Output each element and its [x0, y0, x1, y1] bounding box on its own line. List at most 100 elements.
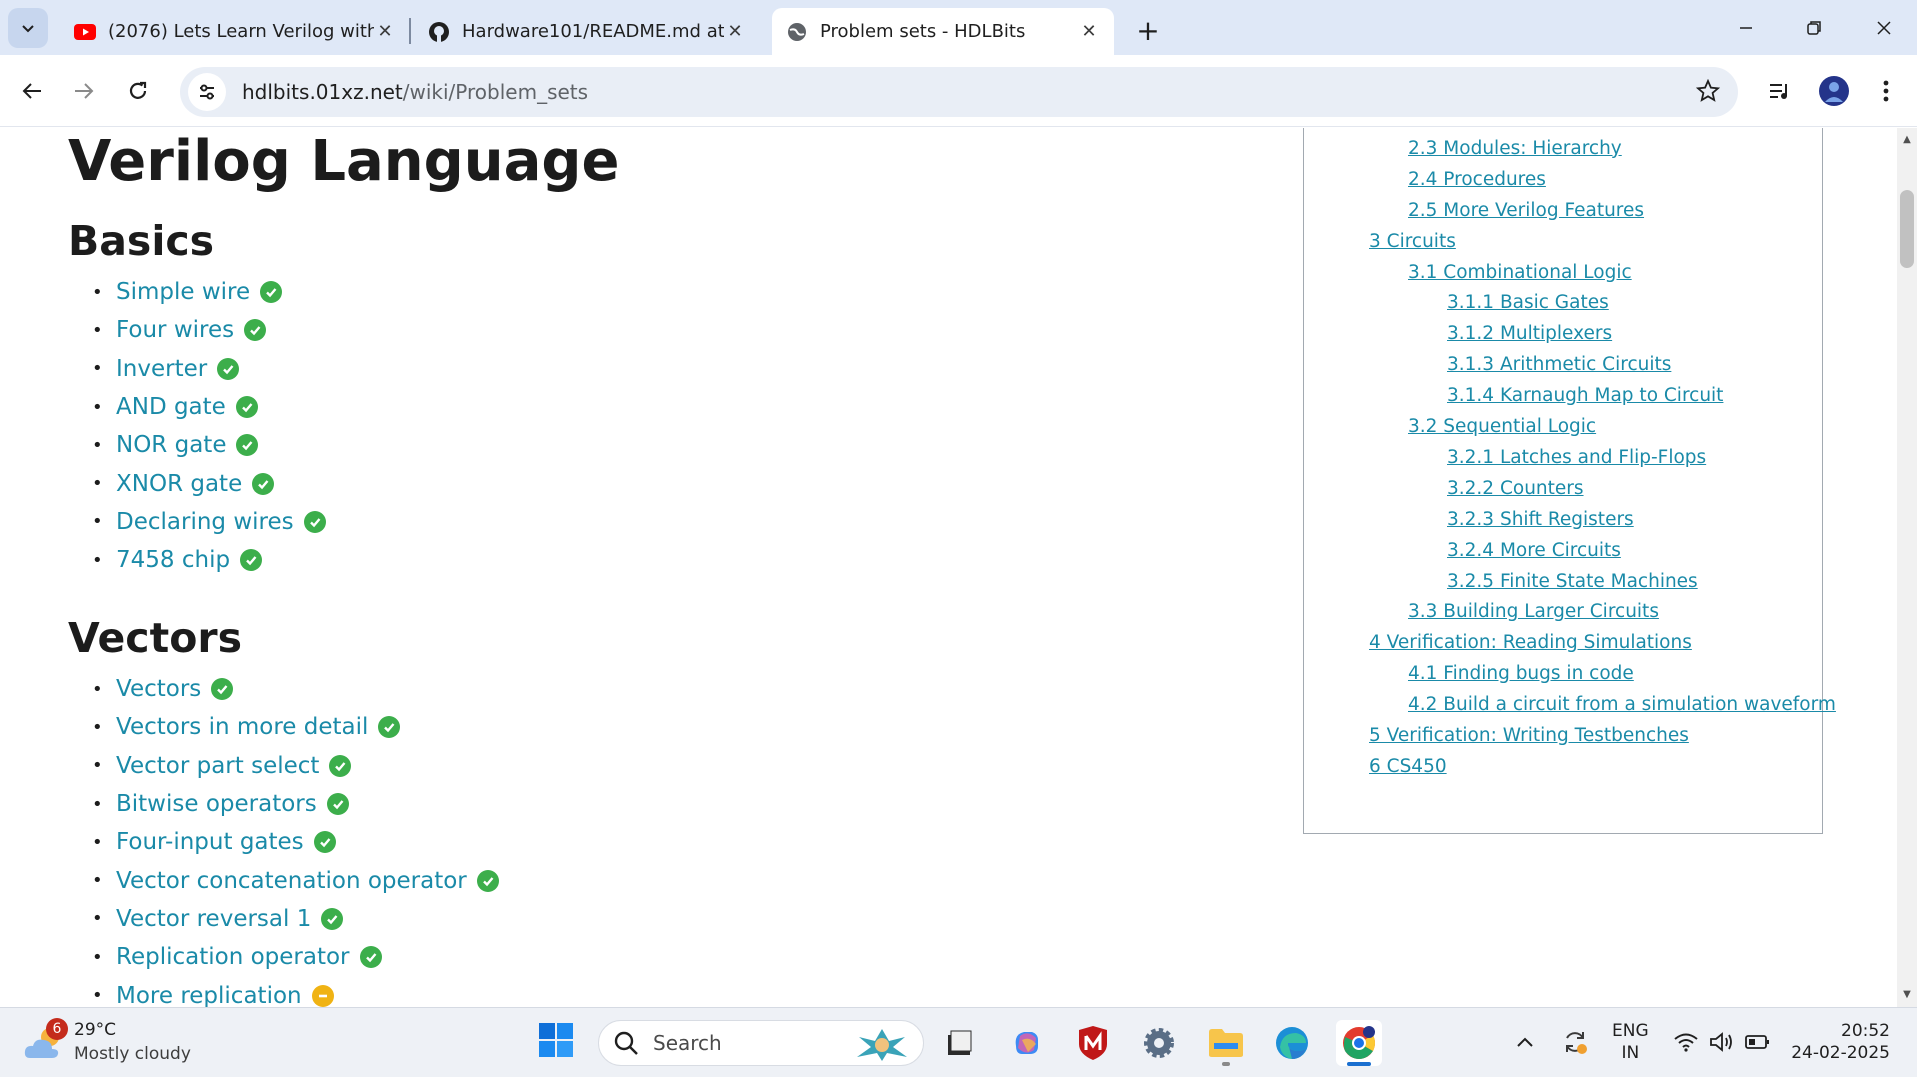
url-host: hdlbits.01xz.net — [242, 80, 403, 104]
taskbar-app-edge[interactable] — [1269, 1020, 1315, 1066]
tab-youtube[interactable]: (2076) Lets Learn Verilog with random ✕ — [60, 8, 410, 55]
problem-item: • XNOR gate — [92, 464, 326, 502]
problem-link[interactable]: Vector concatenation operator — [116, 868, 467, 894]
problem-link[interactable]: Four wires — [116, 317, 234, 343]
problem-link[interactable]: Vector reversal 1 — [116, 906, 311, 932]
toc-link[interactable]: 3.3 Building Larger Circuits — [1408, 600, 1659, 624]
sync-status-button[interactable] — [1560, 1024, 1590, 1060]
taskbar-app-copilot[interactable] — [1004, 1020, 1050, 1066]
profile-button[interactable] — [1814, 71, 1854, 111]
scroll-up-arrow[interactable]: ▲ — [1901, 134, 1913, 146]
toc-link[interactable]: 3.1.3 Arithmetic Circuits — [1447, 353, 1671, 377]
more-vert-icon — [1883, 80, 1889, 102]
toc-link[interactable]: 3.2.3 Shift Registers — [1447, 508, 1634, 532]
avatar — [1819, 76, 1849, 106]
close-window-button[interactable] — [1864, 10, 1904, 46]
toc-link[interactable]: 2.2 Vectors — [1408, 128, 1512, 130]
toc-link[interactable]: 2.5 More Verilog Features — [1408, 199, 1644, 223]
taskbar-app-file-explorer[interactable] — [937, 1020, 983, 1066]
problem-link[interactable]: More replication — [116, 983, 302, 1007]
toc-link[interactable]: 3.1.2 Multiplexers — [1447, 322, 1612, 346]
toc-link[interactable]: 3.2.5 Finite State Machines — [1447, 570, 1698, 594]
toc-link[interactable]: 2.3 Modules: Hierarchy — [1408, 137, 1622, 161]
bookmark-button[interactable] — [1695, 78, 1721, 107]
problem-item: • More replication — [92, 976, 499, 1007]
tab-github[interactable]: Hardware101/README.md at main ✕ — [414, 8, 760, 55]
page-scrollbar[interactable]: ▲ ▼ — [1897, 128, 1917, 1007]
volume-status[interactable] — [1708, 1024, 1736, 1060]
list-bullet: • — [92, 908, 103, 930]
restore-button[interactable] — [1794, 10, 1834, 46]
toc-link[interactable]: 3.1 Combinational Logic — [1408, 261, 1632, 285]
language-indicator[interactable]: ENG IN — [1612, 1020, 1649, 1064]
toc-link[interactable]: 4.2 Build a circuit from a simulation wa… — [1408, 693, 1836, 717]
toc-link[interactable]: 3.2.4 More Circuits — [1447, 539, 1621, 563]
toc-link[interactable]: 5 Verification: Writing Testbenches — [1369, 724, 1689, 748]
windows-icon — [539, 1023, 573, 1057]
scroll-down-arrow[interactable]: ▼ — [1901, 989, 1913, 1001]
list-bullet: • — [92, 434, 103, 456]
minimize-button[interactable] — [1726, 10, 1766, 46]
site-info-button[interactable] — [188, 73, 226, 111]
url-text[interactable]: hdlbits.01xz.net/wiki/Problem_sets — [242, 80, 588, 104]
check-circle-icon — [240, 549, 263, 572]
problem-link[interactable]: Vectors in more detail — [116, 714, 368, 740]
restore-icon — [1807, 21, 1821, 35]
system-clock[interactable]: 20:52 24-02-2025 — [1790, 1020, 1890, 1064]
problem-link[interactable]: Four-input gates — [116, 829, 304, 855]
taskbar-app-chrome[interactable] — [1336, 1020, 1382, 1066]
tab-hdlbits[interactable]: Problem sets - HDLBits ✕ — [772, 8, 1114, 55]
search-icon — [614, 1031, 638, 1055]
start-button[interactable] — [538, 1022, 578, 1062]
problem-link[interactable]: Declaring wires — [116, 509, 294, 535]
taskbar-search-box[interactable]: Search — [598, 1020, 924, 1066]
problem-item: • Vector part select — [92, 747, 499, 785]
toc-link[interactable]: 3.2.1 Latches and Flip-Flops — [1447, 446, 1706, 470]
problem-link[interactable]: Replication operator — [116, 944, 350, 970]
taskbar-app-settings[interactable] — [1136, 1020, 1182, 1066]
toc-link[interactable]: 4 Verification: Reading Simulations — [1369, 631, 1692, 655]
scroll-thumb[interactable] — [1900, 190, 1914, 268]
problem-link[interactable]: AND gate — [116, 394, 226, 420]
toc-link[interactable]: 3.1.4 Karnaugh Map to Circuit — [1447, 384, 1723, 408]
toc-link[interactable]: 4.1 Finding bugs in code — [1408, 662, 1634, 686]
show-hidden-icons-button[interactable] — [1514, 1024, 1536, 1060]
problem-list-vectors: • Vectors • Vectors in more detail • Vector p… — [92, 670, 499, 1007]
problem-link[interactable]: Bitwise operators — [116, 791, 317, 817]
problem-link[interactable]: NOR gate — [116, 432, 226, 458]
language-code: ENG — [1612, 1021, 1649, 1041]
taskbar-app-mcafee[interactable] — [1070, 1020, 1116, 1066]
menu-button[interactable] — [1866, 71, 1906, 111]
new-tab-button[interactable]: + — [1130, 12, 1166, 48]
globe-icon — [788, 22, 806, 41]
wifi-status[interactable] — [1672, 1024, 1700, 1060]
media-control-button[interactable] — [1760, 71, 1800, 111]
toc-link[interactable]: 3.2.2 Counters — [1447, 477, 1584, 501]
close-icon[interactable]: ✕ — [374, 21, 396, 43]
problem-link[interactable]: Vector part select — [116, 753, 319, 779]
back-button[interactable] — [12, 71, 52, 111]
problem-link[interactable]: XNOR gate — [116, 471, 242, 497]
weather-widget[interactable]: 6 29°C Mostly cloudy — [22, 1016, 212, 1070]
toc-link[interactable]: 3 Circuits — [1369, 230, 1456, 254]
list-bullet: • — [92, 549, 103, 571]
check-circle-icon — [252, 472, 275, 495]
problem-link[interactable]: 7458 chip — [116, 547, 230, 573]
forward-button[interactable] — [64, 71, 104, 111]
toc-link[interactable]: 3.1.1 Basic Gates — [1447, 291, 1609, 315]
toc-link[interactable]: 2.4 Procedures — [1408, 168, 1546, 192]
problem-link[interactable]: Vectors — [116, 676, 201, 702]
battery-status[interactable] — [1744, 1024, 1772, 1060]
reload-button[interactable] — [118, 71, 158, 111]
tab-search-button[interactable] — [8, 8, 48, 48]
close-icon[interactable]: ✕ — [1078, 21, 1100, 43]
taskbar-app-folder[interactable] — [1203, 1020, 1249, 1066]
problem-link[interactable]: Inverter — [116, 356, 207, 382]
address-bar[interactable]: hdlbits.01xz.net/wiki/Problem_sets — [180, 67, 1738, 117]
list-bullet: • — [92, 511, 103, 533]
toc-link[interactable]: 3.2 Sequential Logic — [1408, 415, 1596, 439]
toc-link[interactable]: 6 CS450 — [1369, 755, 1447, 779]
problem-link[interactable]: Simple wire — [116, 279, 250, 305]
weather-temperature: 29°C — [74, 1020, 117, 1040]
close-icon[interactable]: ✕ — [724, 21, 746, 43]
